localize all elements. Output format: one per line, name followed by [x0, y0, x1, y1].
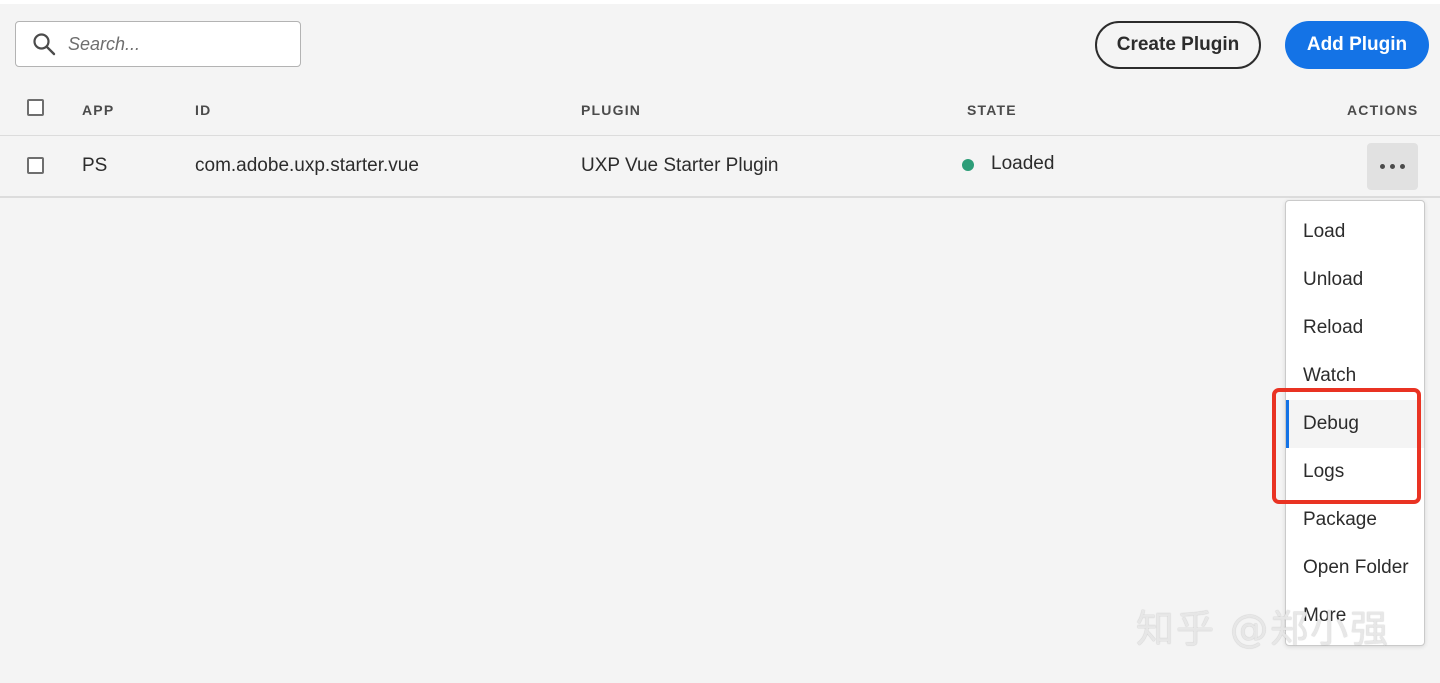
row-checkbox[interactable] [27, 157, 44, 174]
add-plugin-button[interactable]: Add Plugin [1285, 21, 1429, 69]
more-icon [1380, 164, 1385, 169]
search-input[interactable] [66, 32, 270, 56]
status-dot-icon [962, 159, 974, 171]
menu-item-watch[interactable]: Watch [1286, 352, 1424, 400]
select-all-checkbox[interactable] [27, 99, 44, 116]
row-plugin: UXP Vue Starter Plugin [581, 155, 779, 176]
search-box[interactable] [15, 21, 301, 67]
more-actions-button[interactable] [1367, 143, 1418, 190]
menu-item-package[interactable]: Package [1286, 496, 1424, 544]
row-id: com.adobe.uxp.starter.vue [195, 155, 419, 176]
menu-item-open-folder[interactable]: Open Folder [1286, 544, 1424, 592]
menu-item-debug[interactable]: Debug [1286, 400, 1424, 448]
top-edge [0, 0, 1440, 4]
menu-item-unload[interactable]: Unload [1286, 256, 1424, 304]
column-plugin[interactable]: PLUGIN [581, 102, 641, 118]
column-app[interactable]: APP [82, 102, 114, 118]
menu-item-more[interactable]: More [1286, 592, 1424, 640]
menu-item-load[interactable]: Load [1286, 208, 1424, 256]
menu-item-reload[interactable]: Reload [1286, 304, 1424, 352]
create-plugin-button[interactable]: Create Plugin [1095, 21, 1261, 69]
row-app: PS [82, 155, 108, 176]
menu-item-logs[interactable]: Logs [1286, 448, 1424, 496]
table-header: APP ID PLUGIN STATE ACTIONS [0, 92, 1440, 128]
column-id[interactable]: ID [195, 102, 211, 118]
search-icon [33, 33, 56, 56]
row-state: Loaded [991, 153, 1055, 174]
column-state[interactable]: STATE [967, 102, 1017, 118]
table-row[interactable]: PS com.adobe.uxp.starter.vue UXP Vue Sta… [0, 135, 1440, 198]
column-actions: ACTIONS [1347, 102, 1419, 118]
actions-menu: Load Unload Reload Watch Debug Logs Pack… [1285, 200, 1425, 646]
